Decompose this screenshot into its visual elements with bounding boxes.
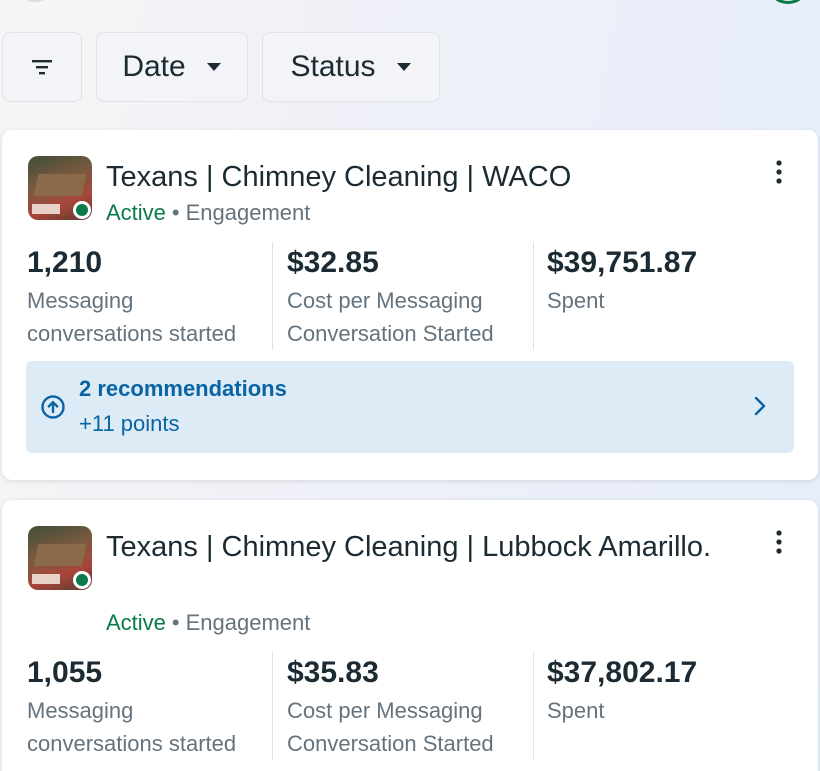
metric-label: Messaging conversations started	[27, 698, 237, 756]
metric-divider	[533, 242, 534, 350]
metric-label: Spent	[547, 698, 605, 723]
filter-lines-icon	[32, 60, 52, 75]
date-dropdown[interactable]: Date	[96, 32, 248, 102]
metric-label: Cost per Messaging Conversation Started	[287, 288, 494, 346]
recommendations-banner[interactable]: 2 recommendations +11 points	[26, 361, 794, 453]
recommendations-points: +11 points	[79, 411, 180, 436]
objective-text: Engagement	[185, 200, 311, 225]
caret-down-icon	[396, 63, 411, 71]
metric-value: 1,055	[27, 656, 103, 689]
status-text: Active	[106, 200, 166, 225]
metric-cost-per-result: $32.85 Cost per Messaging Conversation S…	[287, 244, 537, 350]
metric-value: $32.85	[287, 246, 379, 279]
metric-value: $37,802.17	[547, 656, 698, 689]
campaign-meta: Active • Engagement	[106, 198, 310, 228]
metric-cost-per-result: $35.83 Cost per Messaging Conversation S…	[287, 654, 537, 760]
recommendations-count: 2 recommendations	[79, 376, 287, 401]
metric-label: Cost per Messaging Conversation Started	[287, 698, 494, 756]
status-dropdown[interactable]: Status	[262, 32, 440, 102]
metric-value: $35.83	[287, 656, 379, 689]
filter-bar: Date Status	[0, 32, 820, 102]
metric-divider	[533, 652, 534, 760]
campaign-card[interactable]: Texans | Chimney Cleaning | Lubbock Amar…	[2, 500, 818, 771]
metric-label: Messaging conversations started	[27, 288, 237, 346]
metric-results: 1,210 Messaging conversations started	[27, 244, 277, 350]
meta-separator: •	[171, 610, 180, 635]
metric-value: 1,210	[27, 246, 103, 279]
status-text: Active	[106, 610, 166, 635]
metric-label: Spent	[547, 288, 605, 313]
metric-amount-spent: $39,751.87 Spent	[547, 244, 797, 317]
chevron-right-icon	[754, 396, 766, 416]
meta-separator: •	[171, 200, 180, 225]
date-dropdown-label: Date	[122, 50, 186, 83]
active-status-dot	[73, 571, 91, 589]
more-vertical-icon[interactable]	[774, 530, 784, 558]
arrow-up-circle-icon	[41, 395, 65, 419]
status-dropdown-label: Status	[290, 50, 376, 83]
campaign-title[interactable]: Texans | Chimney Cleaning | WACO	[106, 157, 726, 197]
filter-button[interactable]	[2, 32, 82, 102]
metric-divider	[272, 242, 273, 350]
objective-text: Engagement	[185, 610, 311, 635]
more-vertical-icon[interactable]	[774, 160, 784, 188]
campaign-title[interactable]: Texans | Chimney Cleaning | Lubbock Amar…	[106, 527, 726, 567]
metric-value: $39,751.87	[547, 246, 698, 279]
clipped-avatar	[20, 0, 50, 2]
top-clipped-area	[0, 0, 820, 8]
metric-results: 1,055 Messaging conversations started	[27, 654, 277, 760]
active-status-dot	[73, 201, 91, 219]
clipped-profile-ring[interactable]	[766, 0, 810, 4]
campaign-meta: Active • Engagement	[106, 608, 310, 638]
campaign-card[interactable]: Texans | Chimney Cleaning | WACO Active •…	[2, 130, 818, 480]
caret-down-icon	[206, 63, 221, 71]
metric-divider	[272, 652, 273, 760]
metric-amount-spent: $37,802.17 Spent	[547, 654, 797, 727]
